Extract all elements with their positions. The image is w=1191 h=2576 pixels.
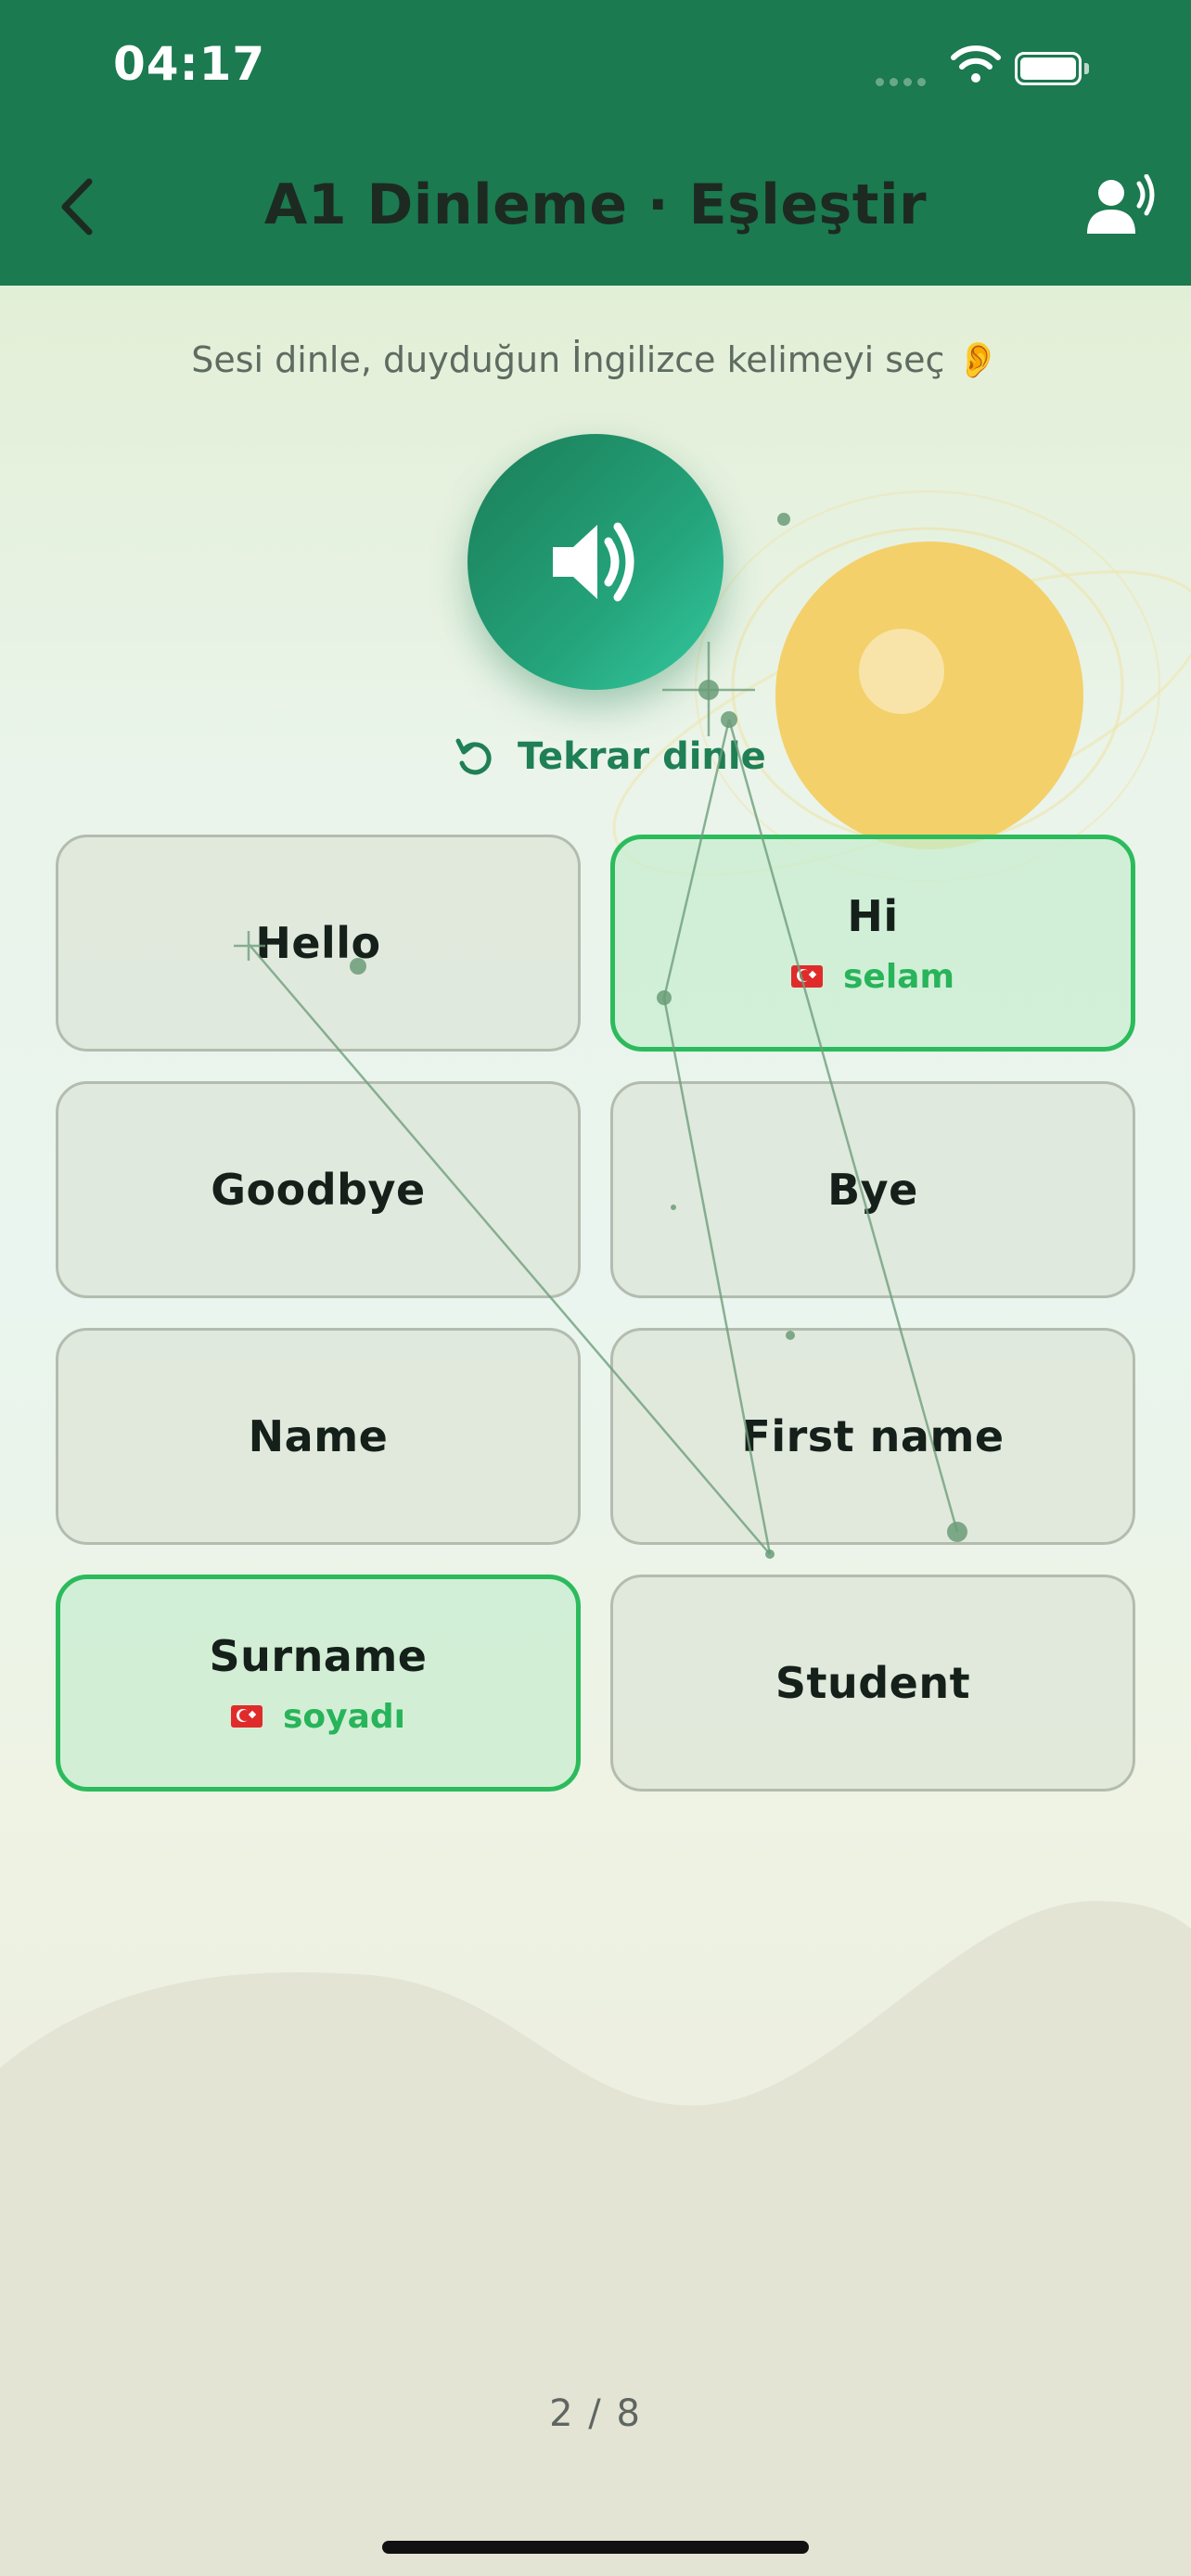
card-word: Hello: [255, 918, 381, 968]
card-word: Surname: [209, 1630, 428, 1681]
progress-indicator: 2 / 8: [549, 2392, 642, 2435]
answer-card-name[interactable]: Name: [56, 1328, 581, 1545]
voice-settings-button[interactable]: [1083, 173, 1158, 239]
voice-speaker-icon: [1087, 173, 1155, 234]
card-word: Hi: [847, 890, 899, 941]
card-word: Bye: [827, 1165, 918, 1215]
status-icons: [876, 45, 1117, 91]
hills-decoration: [0, 1901, 1191, 2576]
card-word: Student: [775, 1658, 971, 1708]
turkey-flag-icon: [230, 1705, 263, 1728]
card-translation: soyadı: [230, 1697, 406, 1736]
answer-card-hi[interactable]: Hi selam: [610, 835, 1135, 1052]
battery-icon: [1015, 52, 1082, 85]
answer-card-bye[interactable]: Bye: [610, 1081, 1135, 1298]
play-audio-button[interactable]: [467, 434, 724, 690]
card-word: First name: [741, 1411, 1005, 1461]
home-indicator[interactable]: [382, 2541, 809, 2554]
card-word: Name: [248, 1411, 389, 1461]
replay-label: Tekrar dinle: [518, 735, 766, 778]
translation-text: selam: [843, 957, 954, 996]
answer-card-first-name[interactable]: First name: [610, 1328, 1135, 1545]
turkey-flag-icon: [791, 965, 823, 988]
card-word: Goodbye: [211, 1165, 426, 1215]
translation-text: soyadı: [282, 1697, 406, 1736]
answer-card-goodbye[interactable]: Goodbye: [56, 1081, 581, 1298]
speaker-icon: [553, 522, 634, 602]
instruction-text: Sesi dinle, duyduğun İngilizce kelimeyi …: [191, 339, 1000, 380]
battery-tip: [1084, 63, 1089, 74]
status-time: 04:17: [113, 37, 266, 91]
replay-icon: [455, 738, 492, 775]
cellular-signal-icon: [876, 72, 931, 90]
answer-card-hello[interactable]: Hello: [56, 835, 581, 1052]
card-translation: selam: [791, 958, 954, 996]
answer-card-student[interactable]: Student: [610, 1575, 1135, 1792]
wifi-icon: [951, 45, 1001, 83]
replay-button[interactable]: Tekrar dinle: [453, 729, 766, 784]
app-header: 04:17 A1 Dinleme · Eşleştir: [0, 0, 1191, 286]
answer-card-surname[interactable]: Surname soyadı: [56, 1575, 581, 1792]
page-title: A1 Dinleme · Eşleştir: [263, 172, 928, 237]
